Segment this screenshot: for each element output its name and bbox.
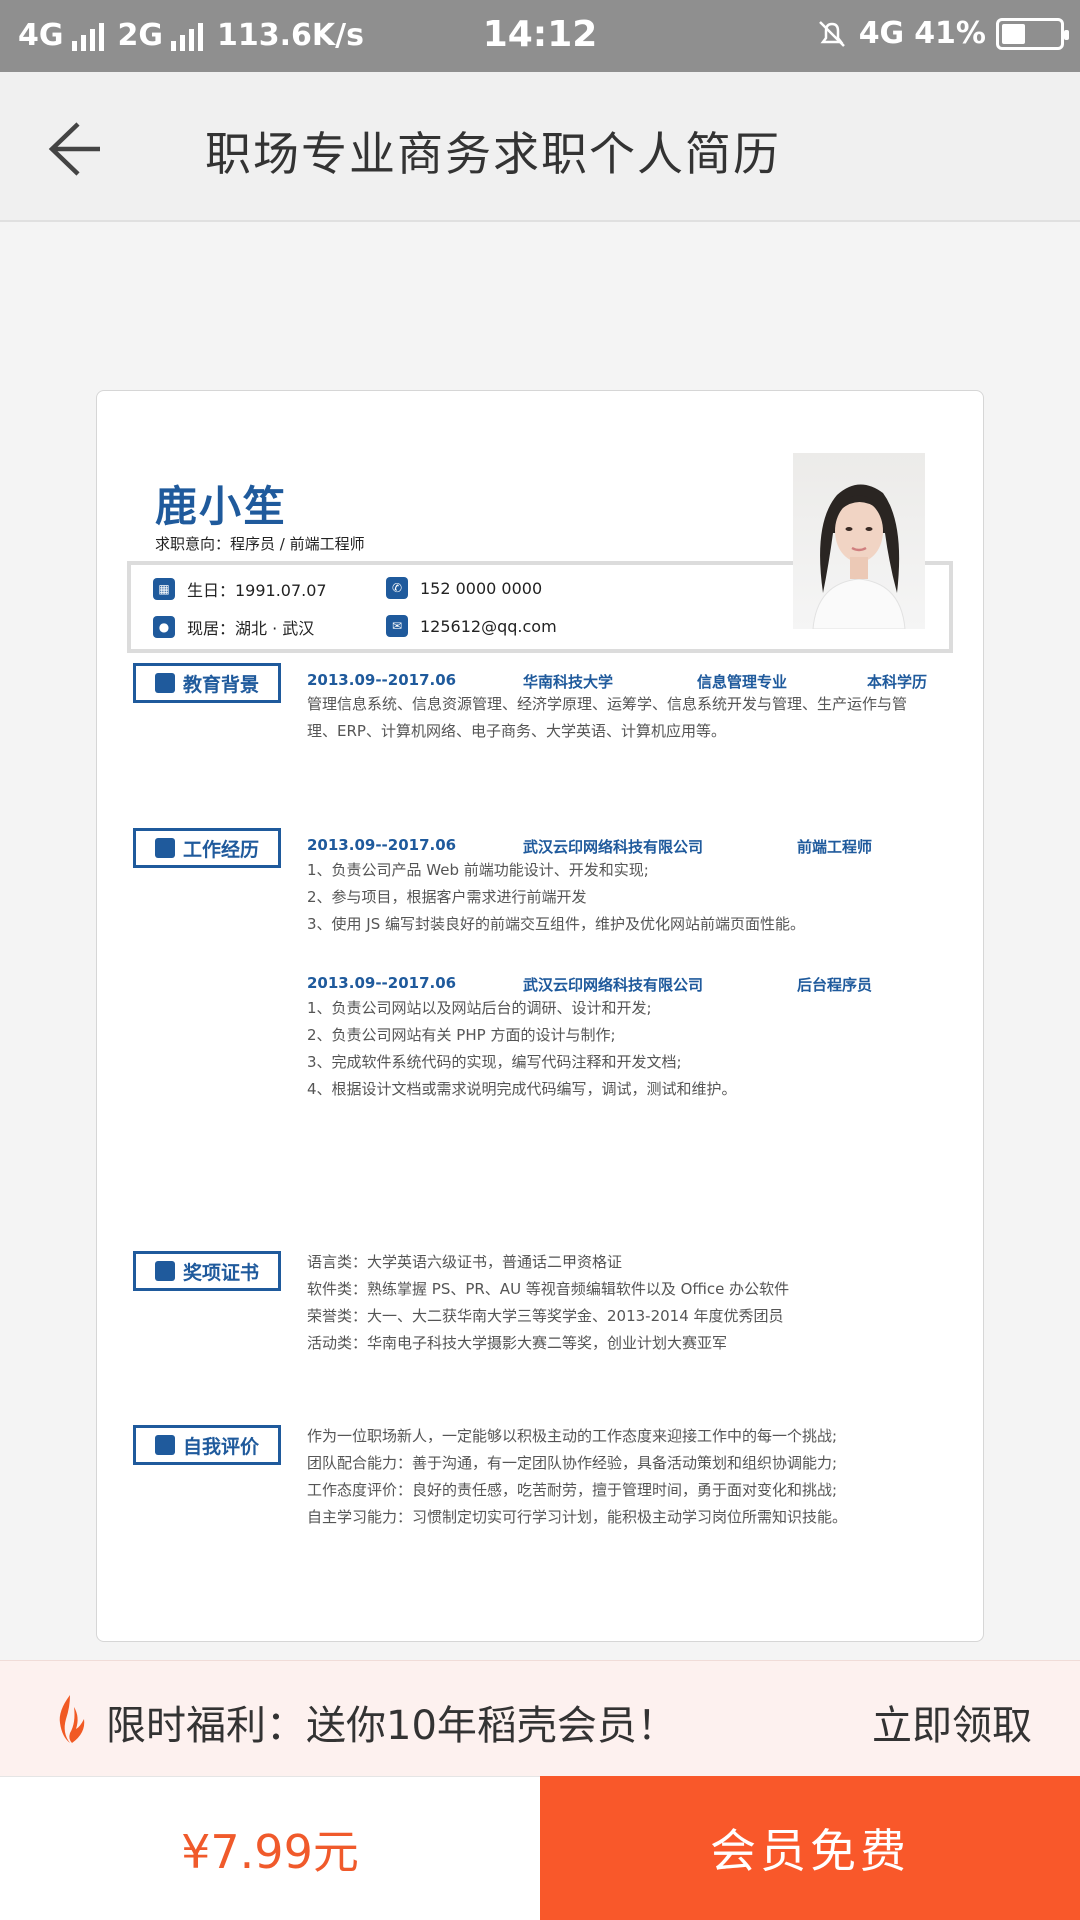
claim-now-link[interactable]: 立即领取 xyxy=(872,1693,1032,1751)
email-text: 125612@qq.com xyxy=(420,616,557,636)
birth-text: 生日：1991.07.07 xyxy=(187,581,327,600)
status-bar: 4G 2G 113.6K/s 14:12 4G 41% xyxy=(0,0,1080,72)
section-label: 自我评价 xyxy=(182,1435,259,1458)
email-icon: ✉ xyxy=(386,615,408,637)
section-label: 奖项证书 xyxy=(182,1261,259,1284)
resume-preview[interactable]: 鹿小笙 求职意向：程序员 / 前端工程师 ▦ 生日：1991.07.07 ● 现… xyxy=(96,390,984,1642)
education-line: 管理信息系统、信息资源管理、经济学原理、运筹学、信息系统开发与管理、生产运作与管 xyxy=(307,695,908,713)
mute-bell-icon xyxy=(818,20,845,47)
education-degree: 本科学历 xyxy=(867,673,928,691)
job-role: 后台程序员 xyxy=(797,976,873,994)
job-line: 3、使用 JS 编写封装良好的前端交互组件，维护及优化网站前端页面性能。 xyxy=(307,915,806,933)
bottom-action-bar: ¥7.99元 会员免费 xyxy=(0,1776,1080,1920)
page-title: 职场专业商务求职个人简历 xyxy=(205,127,781,181)
award-line: 荣誉类：大一、大二获华南大学三等奖学金、2013-2014 年度优秀团员 xyxy=(307,1307,784,1325)
phone-icon: ✆ xyxy=(386,577,408,599)
job-line: 3、完成软件系统代码的实现，编写代码注释和开发文档; xyxy=(307,1053,682,1071)
job-line: 2、参与项目，根据客户需求进行前端开发 xyxy=(307,888,587,906)
phone-info: ✆ 152 0000 0000 xyxy=(386,577,542,599)
section-awards: 奖项证书 xyxy=(133,1251,281,1291)
email-info: ✉ 125612@qq.com xyxy=(386,615,557,637)
profile-photo xyxy=(793,453,925,629)
medal-icon xyxy=(154,1261,175,1281)
battery-icon xyxy=(996,17,1069,50)
job-line: 2、负责公司网站有关 PHP 方面的设计与制作; xyxy=(307,1026,616,1044)
job-role: 前端工程师 xyxy=(797,838,873,856)
self-line: 团队配合能力：善于沟通，有一定团队协作经验，具备活动策划和组织协调能力; xyxy=(307,1454,838,1472)
promo-banner[interactable]: 限时福利：送你10年稻壳会员！ 立即领取 xyxy=(0,1660,1080,1776)
graduation-cap-icon xyxy=(154,673,175,693)
education-major: 信息管理专业 xyxy=(697,673,788,691)
promo-text: 限时福利：送你10年稻壳会员！ xyxy=(106,1703,677,1749)
network-type-3: 4G xyxy=(858,16,905,51)
price-button[interactable]: ¥7.99元 xyxy=(0,1776,540,1920)
resume-intent: 求职意向：程序员 / 前端工程师 xyxy=(155,535,365,553)
self-line: 作为一位职场新人，一定能够以积极主动的工作态度来迎接工作中的每一个挑战; xyxy=(307,1427,838,1445)
member-free-button[interactable]: 会员免费 xyxy=(540,1776,1080,1920)
system-status: 4G 41% xyxy=(815,16,1069,51)
education-line: 理、ERP、计算机网络、电子商务、大学英语、计算机应用等。 xyxy=(307,722,726,740)
back-arrow-icon[interactable] xyxy=(38,112,108,182)
education-school: 华南科技大学 xyxy=(523,673,614,691)
location-pin-icon: ● xyxy=(153,616,175,638)
section-label: 教育背景 xyxy=(182,673,259,696)
job-line: 4、根据设计文档或需求说明完成代码编写，调试，测试和维护。 xyxy=(307,1080,737,1098)
job-line: 1、负责公司产品 Web 前端功能设计、开发和实现; xyxy=(307,861,649,879)
bar-chart-icon xyxy=(154,838,175,858)
battery-percent: 41% xyxy=(914,16,986,51)
job-company: 武汉云印网络科技有限公司 xyxy=(523,976,704,994)
residence-text: 现居：湖北 · 武汉 xyxy=(187,619,315,638)
section-work: 工作经历 xyxy=(133,828,281,868)
self-line: 工作态度评价：良好的责任感，吃苦耐劳，擅于管理时间，勇于面对变化和挑战; xyxy=(307,1481,838,1499)
birth-info: ▦ 生日：1991.07.07 xyxy=(153,577,327,601)
job-line: 1、负责公司网站以及网站后台的调研、设计和开发; xyxy=(307,999,652,1017)
award-line: 软件类：熟练掌握 PS、PR、AU 等视音频编辑软件以及 Office 办公软件 xyxy=(307,1280,790,1298)
person-icon xyxy=(154,1435,175,1455)
job-date: 2013.09--2017.06 xyxy=(307,836,457,854)
phone-text: 152 0000 0000 xyxy=(420,578,543,598)
award-line: 活动类：华南电子科技大学摄影大赛二等奖，创业计划大赛亚军 xyxy=(307,1334,728,1352)
section-self-evaluation: 自我评价 xyxy=(133,1425,281,1465)
job-company: 武汉云印网络科技有限公司 xyxy=(523,838,704,856)
app-bar: 职场专业商务求职个人简历 xyxy=(0,72,1080,222)
self-line: 自主学习能力：习惯制定切实可行学习计划，能积极主动学习岗位所需知识技能。 xyxy=(307,1508,848,1526)
residence-info: ● 现居：湖北 · 武汉 xyxy=(153,615,314,639)
section-education: 教育背景 xyxy=(133,663,281,703)
calendar-icon: ▦ xyxy=(153,578,175,600)
section-label: 工作经历 xyxy=(182,838,259,861)
job-date: 2013.09--2017.06 xyxy=(307,974,457,992)
education-date: 2013.09--2017.06 xyxy=(307,671,457,689)
resume-name: 鹿小笙 xyxy=(155,482,288,531)
flame-icon xyxy=(59,1695,85,1743)
award-line: 语言类：大学英语六级证书，普通话二甲资格证 xyxy=(307,1253,623,1271)
